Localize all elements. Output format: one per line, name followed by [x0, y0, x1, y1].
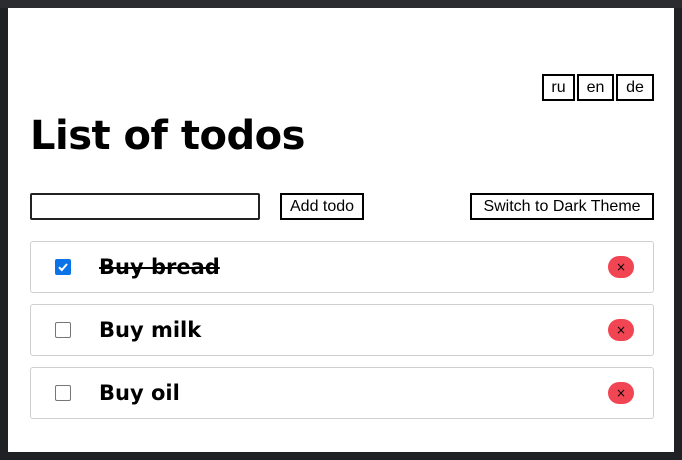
todo-list: Buy bread × Buy milk × Buy oil ×: [30, 241, 654, 430]
add-todo-button[interactable]: Add todo: [280, 193, 365, 220]
language-button-de[interactable]: de: [616, 74, 654, 101]
language-button-ru[interactable]: ru: [542, 74, 575, 101]
todo-app: ru en de List of todos Add todo Switch t…: [8, 8, 674, 452]
page-title: List of todos: [30, 113, 305, 159]
todo-checkbox[interactable]: [55, 322, 71, 338]
close-icon: ×: [615, 386, 627, 400]
todo-item: Buy bread ×: [30, 241, 654, 293]
todo-text: Buy oil: [99, 381, 180, 405]
delete-todo-button[interactable]: ×: [608, 256, 634, 278]
delete-todo-button[interactable]: ×: [608, 319, 634, 341]
todo-item: Buy oil ×: [30, 367, 654, 419]
todo-text: Buy bread: [99, 255, 220, 279]
language-switcher: ru en de: [542, 74, 654, 101]
todo-checkbox[interactable]: [55, 259, 71, 275]
todo-checkbox[interactable]: [55, 385, 71, 401]
delete-todo-button[interactable]: ×: [608, 382, 634, 404]
checkmark-icon: [58, 263, 68, 272]
language-button-en[interactable]: en: [577, 74, 614, 101]
close-icon: ×: [615, 260, 627, 274]
switch-theme-button[interactable]: Switch to Dark Theme: [470, 193, 654, 220]
new-todo-input[interactable]: [30, 193, 260, 220]
todo-text: Buy milk: [99, 318, 202, 342]
browser-chrome-strip: [0, 0, 682, 8]
todo-item: Buy milk ×: [30, 304, 654, 356]
close-icon: ×: [615, 323, 627, 337]
